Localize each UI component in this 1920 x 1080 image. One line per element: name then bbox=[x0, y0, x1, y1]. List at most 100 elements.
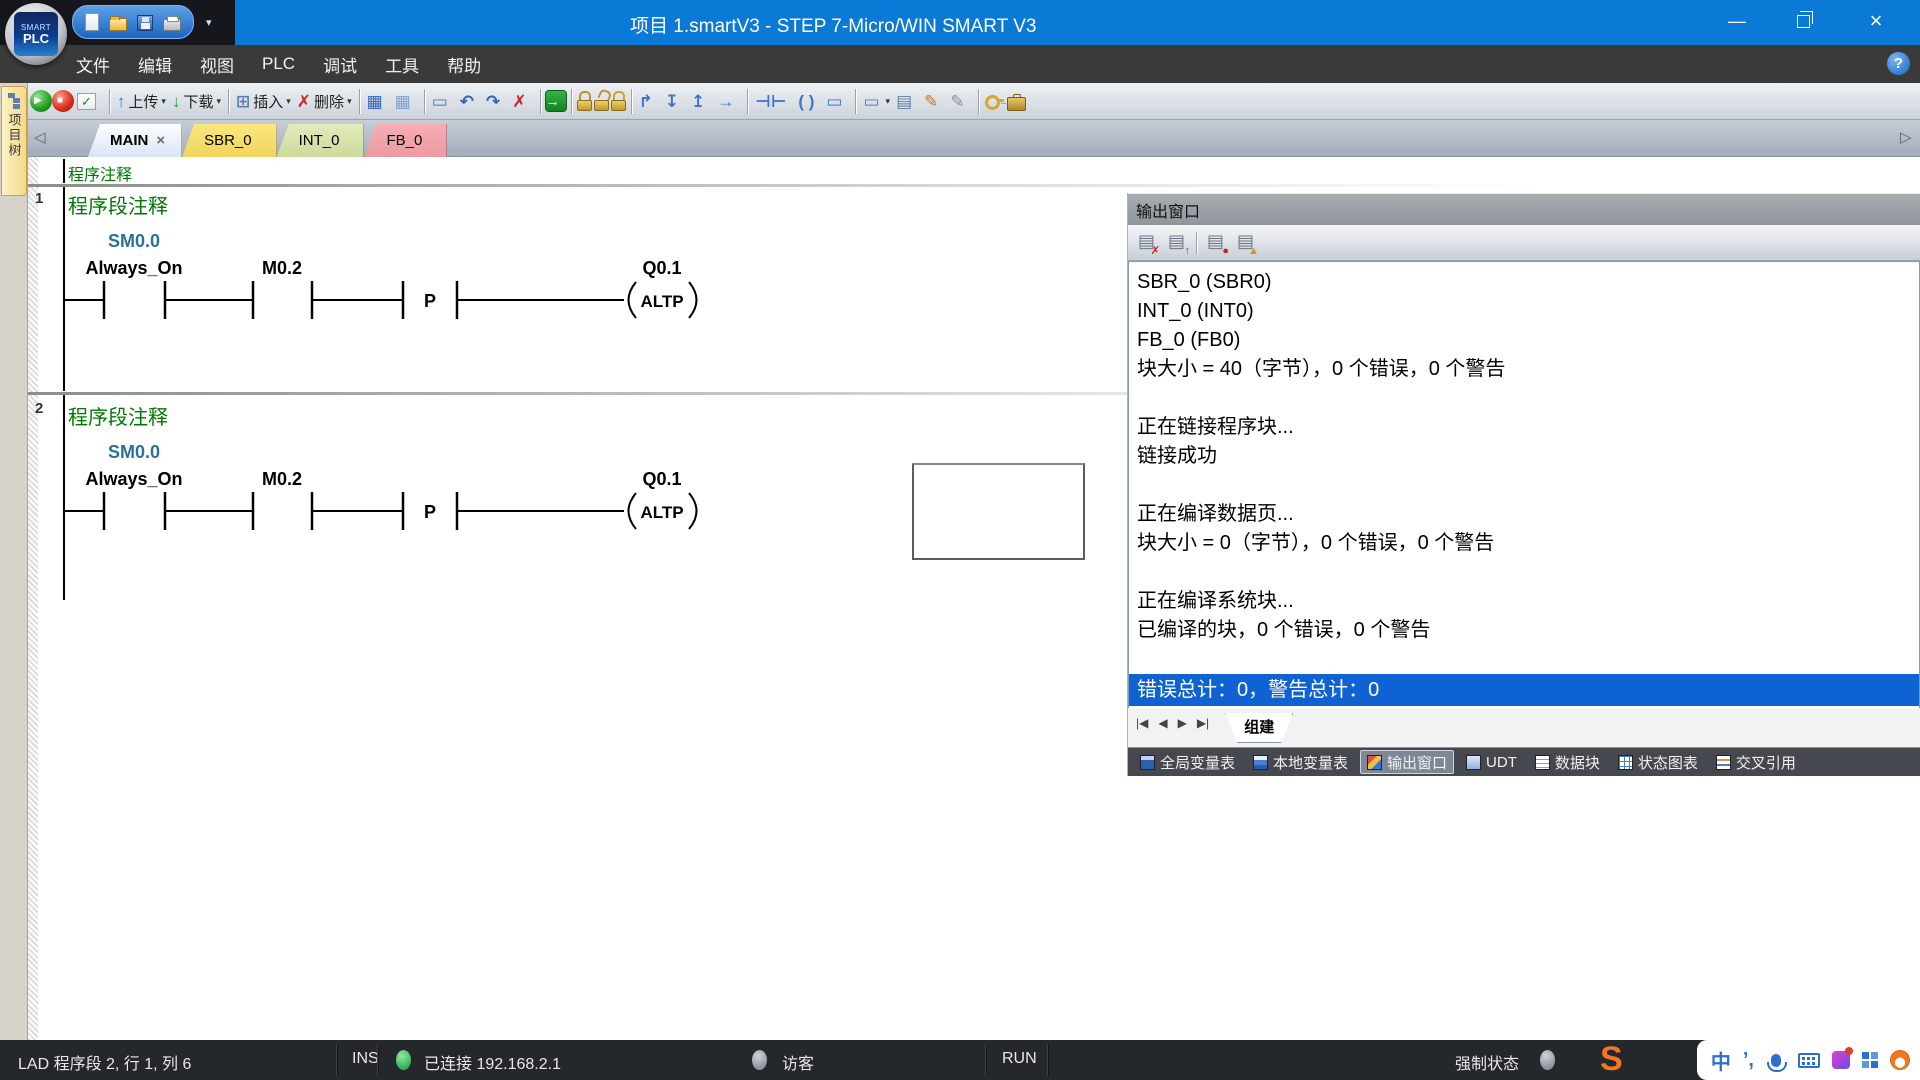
ime-skin-icon[interactable] bbox=[1832, 1051, 1850, 1069]
output-line[interactable] bbox=[1129, 558, 1919, 587]
project-tree-collapsed-tab[interactable]: 项目树 bbox=[1, 86, 27, 196]
toolbar-button[interactable] bbox=[855, 89, 856, 114]
open-file-icon[interactable] bbox=[109, 18, 127, 31]
dropdown-caret-icon[interactable]: ▾ bbox=[286, 96, 291, 107]
edge-contact-label[interactable]: P bbox=[424, 291, 436, 311]
network-number[interactable]: 1 bbox=[35, 190, 43, 207]
tab-local-variable-table[interactable]: 本地变量表 bbox=[1247, 750, 1354, 774]
tab-cross-reference[interactable]: 交叉引用 bbox=[1710, 750, 1802, 774]
app-logo[interactable]: SMART PLC bbox=[5, 3, 67, 65]
output-line[interactable]: 链接成功 bbox=[1129, 442, 1919, 471]
download[interactable]: ↓ 下载 ▾ bbox=[169, 86, 224, 116]
run[interactable]: ▶ bbox=[30, 90, 52, 112]
output-line[interactable]: 块大小 = 40（字节），0 个错误，0 个警告 bbox=[1129, 355, 1919, 384]
tab-udt[interactable]: UDT bbox=[1460, 750, 1523, 774]
build-tab[interactable]: 组建 bbox=[1225, 713, 1293, 743]
network-comment[interactable]: 程序段注释 bbox=[68, 401, 168, 430]
menu-item[interactable]: 编辑 bbox=[124, 45, 186, 83]
toolbar-button[interactable] bbox=[747, 89, 748, 114]
output-line[interactable]: 正在编译数据页... bbox=[1129, 500, 1919, 529]
key[interactable] bbox=[983, 89, 1007, 113]
line-branch[interactable]: ↱ bbox=[636, 86, 662, 116]
save-icon[interactable] bbox=[137, 15, 153, 31]
nav-arrow-button[interactable]: ▶ bbox=[1174, 713, 1191, 733]
tab-data-block[interactable]: 数据块 bbox=[1529, 750, 1606, 774]
output-line[interactable]: SBR_0 (SBR0) bbox=[1129, 268, 1919, 297]
output-line[interactable]: FB_0 (FB0) bbox=[1129, 326, 1919, 355]
insert[interactable]: ⊞ 插入 ▾ bbox=[233, 86, 294, 116]
output-line[interactable]: 正在链接程序块... bbox=[1129, 413, 1919, 442]
line-up[interactable]: ↥ bbox=[688, 86, 714, 116]
contact-symbol[interactable]: Always_On bbox=[85, 469, 182, 489]
ime-toolbox-icon[interactable] bbox=[1862, 1052, 1878, 1068]
coil-address[interactable]: Q0.1 bbox=[642, 469, 681, 489]
cancel[interactable]: ✗ bbox=[509, 86, 535, 116]
selection-box[interactable]: ▭ bbox=[429, 86, 457, 116]
stop[interactable]: ■ bbox=[52, 90, 74, 112]
edge-contact-label[interactable]: P bbox=[424, 502, 436, 522]
pou-tab[interactable]: FB_0 bbox=[364, 124, 447, 157]
address-box[interactable]: ▭ ▾ bbox=[860, 86, 893, 116]
dropdown-caret-icon[interactable]: ▾ bbox=[216, 96, 221, 107]
toolbar-button[interactable] bbox=[631, 89, 632, 114]
dropdown-caret-icon[interactable]: ▾ bbox=[347, 96, 352, 107]
toolbar-button[interactable] bbox=[109, 89, 110, 114]
goto[interactable]: → bbox=[545, 90, 567, 112]
nav-arrow-button[interactable]: ◀ bbox=[1154, 713, 1171, 733]
selection-box[interactable] bbox=[912, 463, 1085, 560]
new-file-icon[interactable] bbox=[85, 13, 99, 31]
export-output[interactable]: ▤ ↑ bbox=[1166, 231, 1188, 255]
close-button[interactable]: × bbox=[1845, 0, 1907, 42]
toolbar-button[interactable] bbox=[571, 89, 572, 114]
compile[interactable]: ✓ bbox=[74, 86, 105, 116]
output-line[interactable] bbox=[1129, 471, 1919, 500]
network-number[interactable]: 2 bbox=[35, 400, 43, 417]
program-block[interactable]: ▦ bbox=[364, 86, 392, 116]
show-errors[interactable]: ▤ ● bbox=[1205, 231, 1227, 255]
dropdown-caret-icon[interactable]: ▾ bbox=[161, 96, 166, 107]
ime-fox-icon[interactable] bbox=[1890, 1050, 1910, 1070]
undo[interactable]: ↶ bbox=[457, 86, 483, 116]
show-warnings[interactable]: ▤ ▲ bbox=[1235, 231, 1257, 255]
toolbar-button[interactable] bbox=[424, 89, 425, 114]
tab-status-chart[interactable]: 状态图表 bbox=[1612, 750, 1704, 774]
sogou-ime-icon[interactable]: S bbox=[1600, 1042, 1623, 1076]
clear-output[interactable]: ▤ ✗ bbox=[1136, 231, 1158, 255]
toolbar-button[interactable] bbox=[359, 89, 360, 114]
help-icon[interactable]: ? bbox=[1887, 52, 1910, 75]
coil-type[interactable]: ALTP bbox=[640, 292, 683, 311]
lock[interactable] bbox=[576, 89, 593, 113]
menu-item[interactable]: 调试 bbox=[309, 45, 371, 83]
ime-punctuation-icon[interactable]: ’, bbox=[1743, 1049, 1754, 1072]
minimize-button[interactable]: — bbox=[1706, 0, 1768, 42]
output-line[interactable]: 已编译的块，0 个错误，0 个警告 bbox=[1129, 616, 1919, 645]
toolbar-button[interactable] bbox=[978, 89, 979, 114]
contact-address[interactable]: M0.2 bbox=[262, 469, 302, 489]
quick-access-more-icon[interactable]: ▾ bbox=[206, 16, 212, 29]
ime-mic-icon[interactable] bbox=[1771, 1054, 1781, 1067]
menu-item[interactable]: 视图 bbox=[186, 45, 248, 83]
coil-address[interactable]: Q0.1 bbox=[642, 258, 681, 278]
delete[interactable]: ✗ 删除 ▾ bbox=[294, 86, 355, 116]
upload[interactable]: ↑ 上传 ▾ bbox=[114, 86, 169, 116]
program-comment[interactable]: 程序注释 bbox=[68, 161, 132, 185]
tab-global-variable-table[interactable]: 全局变量表 bbox=[1134, 750, 1241, 774]
nav-arrow-button[interactable]: |◀ bbox=[1132, 713, 1152, 733]
output-line[interactable]: 正在编译系统块... bbox=[1129, 587, 1919, 616]
contact-address[interactable]: SM0.0 bbox=[108, 231, 160, 251]
options-case[interactable] bbox=[1007, 97, 1026, 111]
tab-output-window[interactable]: 输出窗口 bbox=[1360, 750, 1454, 774]
tab-scroll-right-icon[interactable]: ▷ bbox=[1900, 128, 1912, 146]
contact-address[interactable]: M0.2 bbox=[262, 258, 302, 278]
unlock[interactable] bbox=[593, 89, 610, 113]
tab-scroll-left-icon[interactable]: ◁ bbox=[34, 128, 46, 146]
menu-item[interactable]: 帮助 bbox=[433, 45, 495, 83]
coil-type[interactable]: ALTP bbox=[640, 503, 683, 522]
nav-arrow-button[interactable]: ▶| bbox=[1193, 713, 1213, 733]
lock-add[interactable] bbox=[610, 89, 627, 113]
tab-close-icon[interactable]: × bbox=[156, 132, 165, 149]
toolbar-button[interactable] bbox=[540, 89, 541, 114]
insert-contact[interactable]: ⊣⊢ bbox=[752, 86, 795, 116]
pou-tab[interactable]: SBR_0 bbox=[182, 124, 277, 157]
toolbar-button[interactable] bbox=[228, 89, 229, 114]
